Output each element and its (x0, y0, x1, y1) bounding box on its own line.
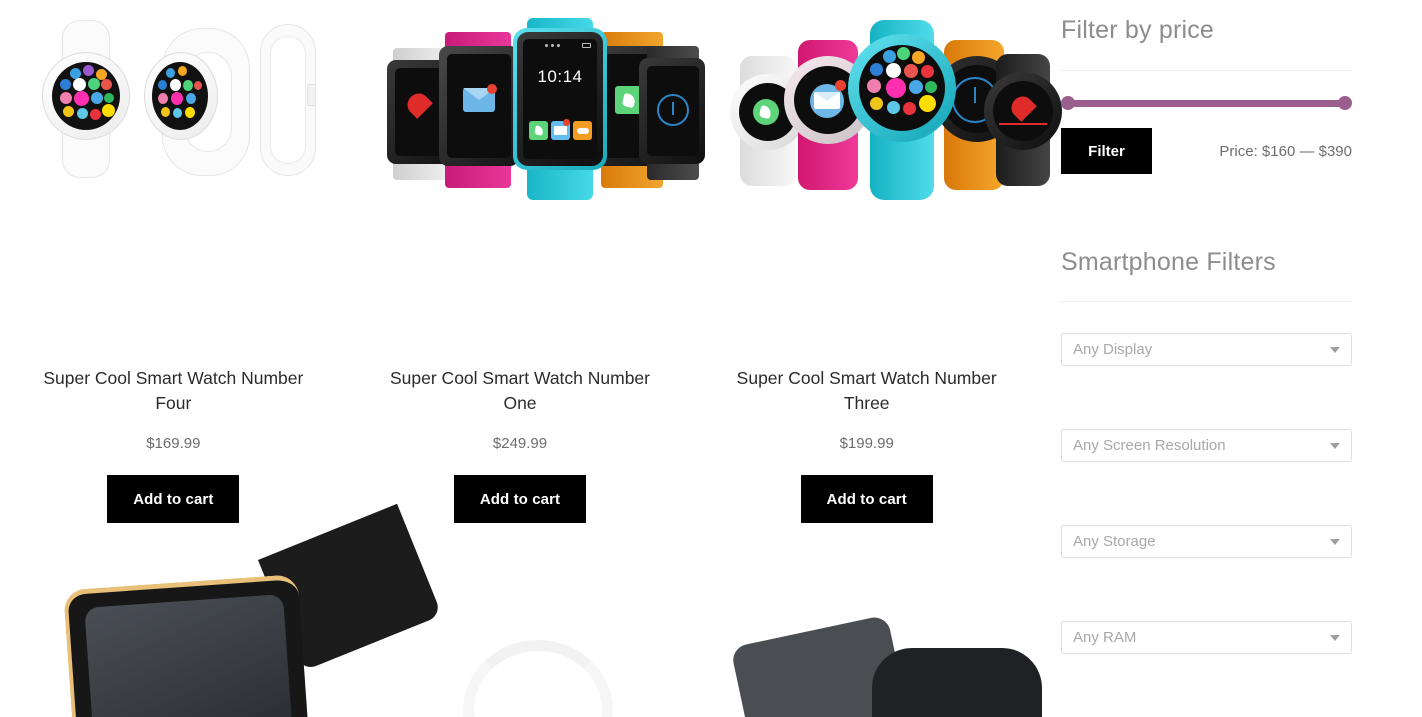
image-reflection (721, 238, 1012, 280)
product-price: $249.99 (492, 435, 548, 452)
product-row-2 (0, 503, 1042, 717)
select-ram-value: Any RAM (1073, 629, 1137, 646)
select-storage[interactable]: Any Storage (1061, 525, 1352, 558)
slider-handle-min[interactable] (1061, 96, 1075, 110)
product-price: $169.99 (146, 435, 201, 452)
add-to-cart-button[interactable]: Add to cart (454, 475, 586, 523)
image-reflection (28, 238, 319, 280)
price-range-label: Price: $160 — $390 (1219, 142, 1352, 160)
slider-track[interactable] (1067, 100, 1346, 107)
add-to-cart-button[interactable]: Add to cart (107, 475, 240, 523)
image-reflection (375, 238, 665, 280)
product-title[interactable]: Super Cool Smart Watch Number Four (28, 366, 318, 416)
smartphone-filters-title: Smartphone Filters (1061, 248, 1276, 276)
select-display[interactable]: Any Display (1061, 333, 1352, 366)
price-filter-title: Filter by price (1061, 16, 1215, 44)
watch-screen-time: 10:14 (537, 67, 583, 86)
product-card[interactable]: 10:14 Super Cool Smart Watch Number One … (347, 0, 705, 560)
product-image-dark-grey-watch[interactable] (722, 560, 1042, 717)
slider-handle-max[interactable] (1338, 96, 1352, 110)
select-display-value: Any Display (1073, 341, 1153, 358)
product-image-gold-black-watch[interactable] (28, 503, 443, 717)
product-image-colored-round-watches[interactable] (721, 10, 1062, 280)
chevron-down-icon (1330, 346, 1340, 353)
product-card[interactable] (0, 503, 443, 717)
widget-divider (1061, 301, 1352, 302)
product-card[interactable] (693, 560, 1042, 717)
select-storage-value: Any Storage (1073, 533, 1156, 550)
widget-divider (1061, 70, 1352, 71)
select-screen-resolution-value: Any Screen Resolution (1073, 437, 1226, 454)
chevron-down-icon (1330, 538, 1340, 545)
chevron-down-icon (1330, 442, 1340, 449)
product-image-square-watches[interactable]: 10:14 (375, 10, 705, 280)
filter-button[interactable]: Filter (1061, 128, 1152, 174)
product-row-1: Super Cool Smart Watch Number Four $169.… (0, 0, 1062, 560)
product-image-white-band-watch[interactable] (375, 560, 665, 717)
add-to-cart-button[interactable]: Add to cart (800, 475, 933, 523)
product-title[interactable]: Super Cool Smart Watch Number One (375, 366, 665, 416)
product-card[interactable]: Super Cool Smart Watch Number Three $199… (693, 0, 1062, 560)
product-title[interactable]: Super Cool Smart Watch Number Three (722, 366, 1012, 416)
product-card[interactable] (347, 560, 694, 717)
product-image-white-round-watches[interactable] (28, 10, 319, 280)
price-filter-row: Filter Price: $160 — $390 (1061, 128, 1352, 174)
shop-page: Super Cool Smart Watch Number Four $169.… (0, 0, 1422, 717)
select-screen-resolution[interactable]: Any Screen Resolution (1061, 429, 1352, 462)
price-range-slider[interactable] (1061, 96, 1352, 110)
product-price: $199.99 (839, 435, 894, 452)
chevron-down-icon (1330, 634, 1340, 641)
product-grid: Super Cool Smart Watch Number Four $169.… (0, 0, 1062, 717)
product-card[interactable]: Super Cool Smart Watch Number Four $169.… (0, 0, 347, 560)
select-ram[interactable]: Any RAM (1061, 621, 1352, 654)
